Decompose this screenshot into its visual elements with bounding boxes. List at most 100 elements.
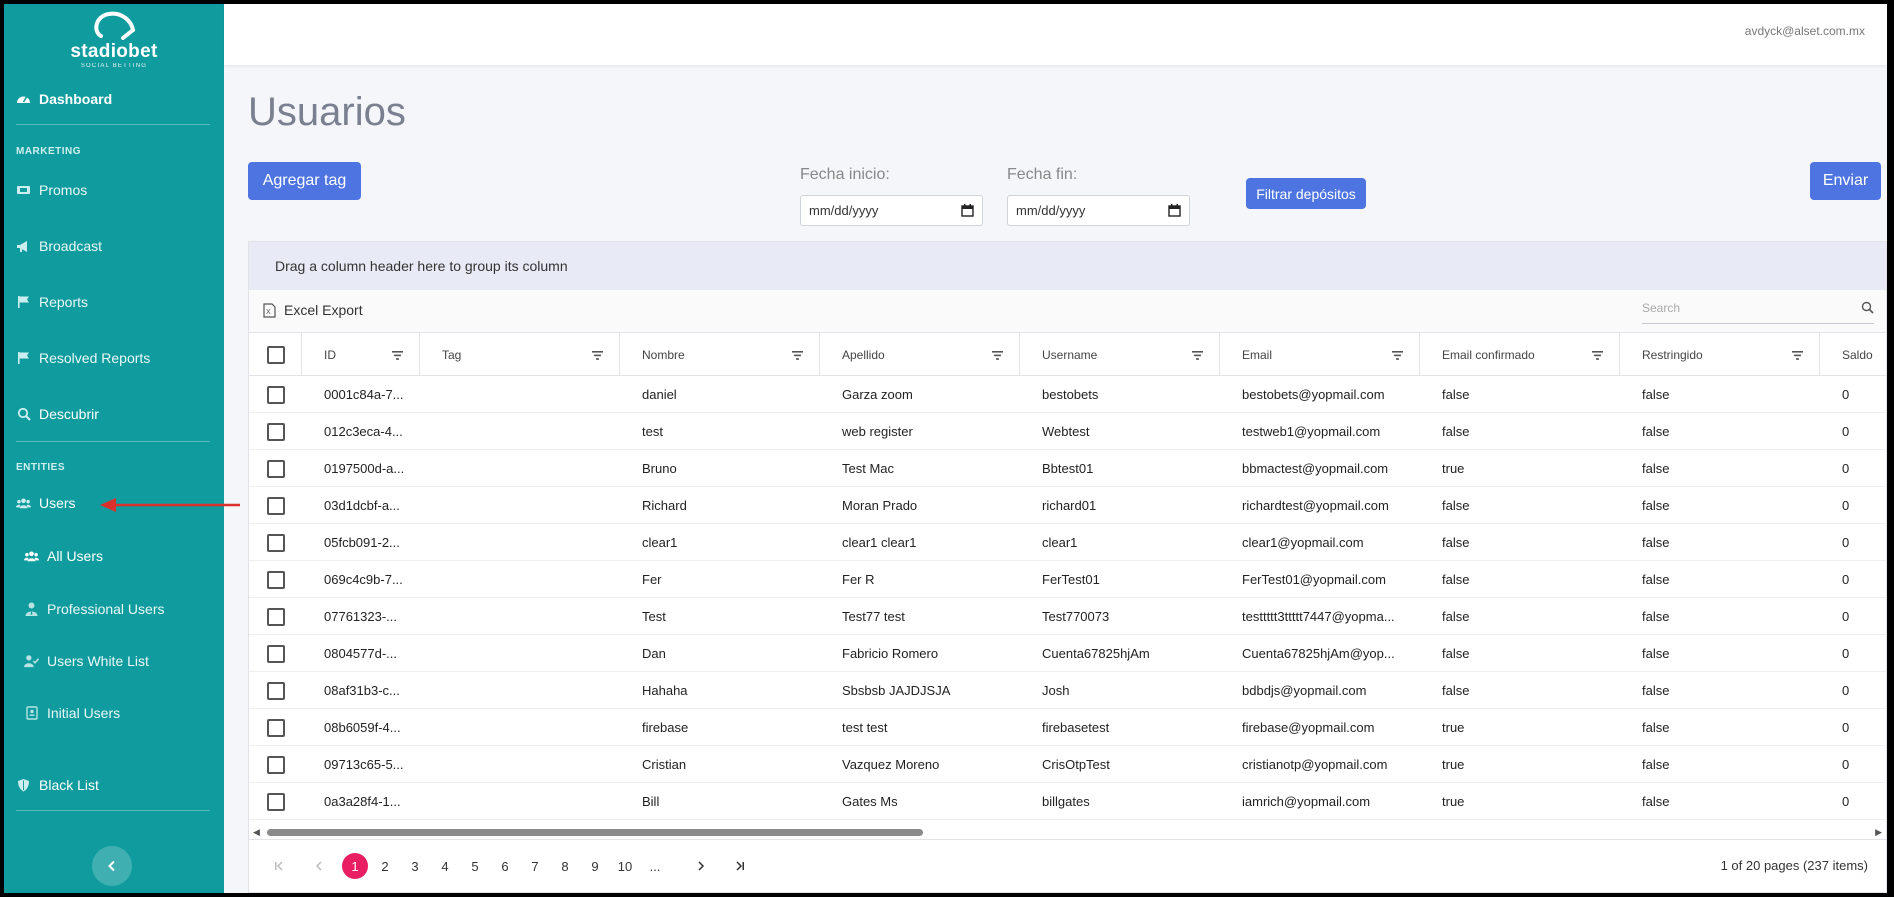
sidebar-item-all-users[interactable]: All Users <box>24 545 103 567</box>
fecha-inicio-label: Fecha inicio: <box>800 166 890 183</box>
page-button-...[interactable]: ... <box>642 853 668 879</box>
row-checkbox[interactable] <box>267 607 285 626</box>
table-row[interactable]: 09713c65-5... Cristian Vazquez Moreno CrisO… <box>249 746 1886 783</box>
page-button-10[interactable]: 10 <box>612 853 638 879</box>
table-row[interactable]: 08af31b3-c... Hahaha Sbsbsb JAJDJSJA Josh bd… <box>249 672 1886 709</box>
cell-restringido: false <box>1642 535 1670 550</box>
user-email[interactable]: avdyck@alset.com.mx <box>1745 24 1865 38</box>
page-button-5[interactable]: 5 <box>462 853 488 879</box>
sidebar-item-users[interactable]: Users <box>16 492 76 514</box>
table-row[interactable]: 069c4c9b-7... Fer Fer R FerTest01 FerTest01@… <box>249 561 1886 598</box>
table-row[interactable]: 07761323-... Test Test77 test Test770073 tes… <box>249 598 1886 635</box>
select-all-checkbox[interactable] <box>267 345 285 364</box>
column-header-restringido[interactable]: Restringido <box>1620 333 1820 376</box>
page-button-1[interactable]: 1 <box>342 853 368 879</box>
prev-page-icon[interactable] <box>306 853 332 879</box>
sidebar-item-professional-users[interactable]: Professional Users <box>24 598 165 620</box>
row-checkbox[interactable] <box>267 533 285 552</box>
sidebar-item-descubrir[interactable]: Descubrir <box>16 403 99 425</box>
table-row[interactable]: 0a3a28f4-1... Bill Gates Ms billgates iamric… <box>249 783 1886 820</box>
table-row[interactable]: 012c3eca-4... test web register Webtest test… <box>249 413 1886 450</box>
next-page-icon[interactable] <box>688 853 714 879</box>
table-row[interactable]: 0804577d-... Dan Fabricio Romero Cuenta6782… <box>249 635 1886 672</box>
scroll-right-icon[interactable]: ▶ <box>1875 827 1882 838</box>
horizontal-scrollbar[interactable]: ◀ ▶ <box>249 825 1886 839</box>
sidebar-item-broadcast[interactable]: Broadcast <box>16 235 102 257</box>
table-row[interactable]: 0001c84a-7... daniel Garza zoom bestobets be… <box>249 376 1886 413</box>
cell-email: richardtest@yopmail.com <box>1242 498 1389 513</box>
cell-username: Webtest <box>1042 424 1090 439</box>
column-header-nombre[interactable]: Nombre <box>620 333 820 376</box>
row-checkbox[interactable] <box>267 755 285 774</box>
page-button-7[interactable]: 7 <box>522 853 548 879</box>
row-checkbox[interactable] <box>267 570 285 589</box>
page-button-3[interactable]: 3 <box>402 853 428 879</box>
table-row[interactable]: 0197500d-a... Bruno Test Mac Bbtest01 bbmact… <box>249 450 1886 487</box>
row-checkbox[interactable] <box>267 792 285 811</box>
page-button-6[interactable]: 6 <box>492 853 518 879</box>
annotation-arrow-icon <box>100 498 240 512</box>
fecha-fin-label: Fecha fin: <box>1007 166 1078 183</box>
row-checkbox[interactable] <box>267 459 285 478</box>
filter-icon[interactable] <box>992 349 1003 363</box>
table-row[interactable]: 08b6059f-4... firebase test test firebasete… <box>249 709 1886 746</box>
row-checkbox[interactable] <box>267 422 285 441</box>
add-tag-button[interactable]: Agregar tag <box>248 162 361 200</box>
sidebar-collapse-button[interactable] <box>92 846 132 886</box>
filter-icon[interactable] <box>592 349 603 363</box>
page-button-8[interactable]: 8 <box>552 853 578 879</box>
dashboard-gauge-icon <box>16 92 31 107</box>
divider <box>16 124 210 125</box>
page-button-4[interactable]: 4 <box>432 853 458 879</box>
cell-username: FerTest01 <box>1042 572 1100 587</box>
sidebar-item-resolved-reports[interactable]: Resolved Reports <box>16 347 150 369</box>
row-checkbox[interactable] <box>267 385 285 404</box>
row-select-cell <box>267 413 297 450</box>
sidebar-item-reports[interactable]: Reports <box>16 291 88 313</box>
first-page-icon[interactable] <box>266 853 292 879</box>
filter-icon[interactable] <box>1192 349 1203 363</box>
cell-nombre: firebase <box>642 720 689 735</box>
sidebar-item-dashboard[interactable]: Dashboard <box>16 88 112 110</box>
filter-icon[interactable] <box>1392 349 1403 363</box>
sidebar-item-users-white-list[interactable]: Users White List <box>24 650 149 672</box>
row-checkbox[interactable] <box>267 681 285 700</box>
column-header-tag[interactable]: Tag <box>420 333 620 376</box>
cell-nombre: test <box>642 424 663 439</box>
filter-deposits-button[interactable]: Filtrar depósitos <box>1246 178 1366 209</box>
column-header-email[interactable]: Email <box>1220 333 1420 376</box>
column-header-username[interactable]: Username <box>1020 333 1220 376</box>
filter-icon[interactable] <box>792 349 803 363</box>
cell-username: Cuenta67825hjAm <box>1042 646 1150 661</box>
group-panel[interactable]: Drag a column header here to group its c… <box>249 242 1886 290</box>
cell-tag <box>442 413 612 450</box>
fecha-fin-input[interactable]: mm/dd/yyyy <box>1007 195 1190 226</box>
excel-export-button[interactable]: X Excel Export <box>263 302 363 318</box>
send-button[interactable]: Enviar <box>1810 162 1881 200</box>
row-checkbox[interactable] <box>267 496 285 515</box>
scrollbar-thumb[interactable] <box>267 829 923 836</box>
row-checkbox[interactable] <box>267 644 285 663</box>
column-header-id[interactable]: ID <box>302 333 420 376</box>
brand-logo[interactable]: stadiobet SOCIAL BETTING <box>4 10 224 69</box>
sidebar-item-promos[interactable]: Promos <box>16 179 87 201</box>
table-row[interactable]: 05fcb091-2... clear1 clear1 clear1 clear1 cl… <box>249 524 1886 561</box>
column-header-apellido[interactable]: Apellido <box>820 333 1020 376</box>
cell-apellido: Vazquez Moreno <box>842 757 940 772</box>
page-button-9[interactable]: 9 <box>582 853 608 879</box>
filter-icon[interactable] <box>1792 349 1803 363</box>
grid-search-input[interactable]: Search <box>1642 294 1874 324</box>
last-page-icon[interactable] <box>727 853 753 879</box>
sidebar-item-black-list[interactable]: Black List <box>16 774 99 796</box>
scroll-left-icon[interactable]: ◀ <box>253 827 260 838</box>
page-button-2[interactable]: 2 <box>372 853 398 879</box>
sidebar-item-initial-users[interactable]: Initial Users <box>24 702 120 724</box>
column-header-saldo[interactable]: Saldo <box>1820 333 1887 376</box>
cell-id: 03d1dcbf-a... <box>324 498 400 513</box>
column-header-email-confirmado[interactable]: Email confirmado <box>1420 333 1620 376</box>
row-checkbox[interactable] <box>267 718 285 737</box>
fecha-inicio-input[interactable]: mm/dd/yyyy <box>800 195 983 226</box>
filter-icon[interactable] <box>1592 349 1603 363</box>
filter-icon[interactable] <box>392 349 403 363</box>
table-row[interactable]: 03d1dcbf-a... Richard Moran Prado richard01… <box>249 487 1886 524</box>
